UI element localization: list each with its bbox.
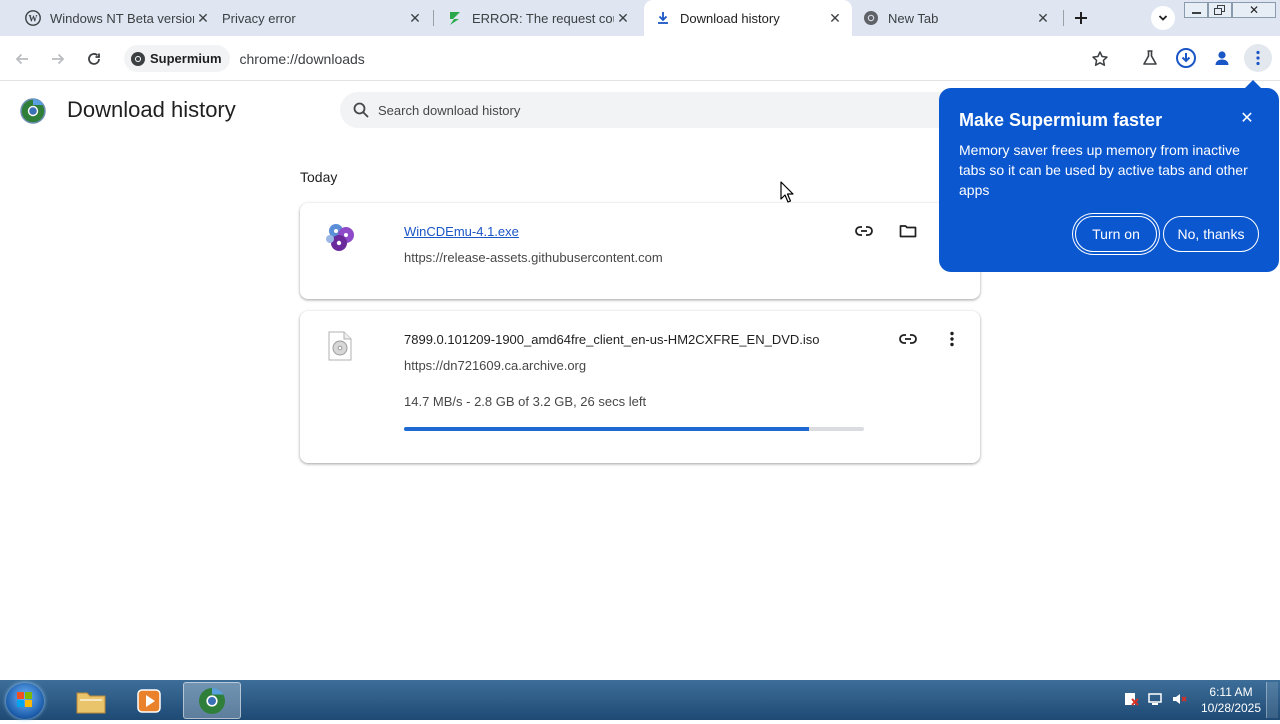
close-icon[interactable]: ✕	[1237, 108, 1257, 128]
download-progress-bar	[404, 427, 864, 431]
chip-label: Supermium	[150, 51, 222, 66]
download-circle-icon	[1176, 48, 1196, 68]
clock-time: 6:11 AM	[1209, 685, 1253, 699]
zap-icon	[446, 9, 464, 27]
window-close-button[interactable]: ✕	[1232, 2, 1276, 18]
tab-title: Download history	[680, 10, 780, 26]
tab-privacy-error[interactable]: Privacy error ✕	[220, 0, 432, 36]
system-clock[interactable]: 6:11 AM 10/28/2025	[1196, 684, 1266, 716]
download-icon	[654, 9, 672, 27]
tab-title: Privacy error	[222, 10, 296, 26]
site-info-chip[interactable]: Supermium	[124, 45, 230, 72]
forward-button[interactable]	[45, 46, 71, 72]
profile-icon	[1215, 51, 1229, 65]
network-icon[interactable]	[1146, 690, 1164, 708]
close-tab-icon[interactable]: ✕	[1034, 9, 1052, 27]
svg-text:W: W	[29, 14, 38, 24]
downloads-button[interactable]	[1174, 46, 1198, 70]
download-item: 7899.0.101209-1900_amd64fre_client_en-us…	[300, 311, 980, 463]
page-title: Download history	[67, 97, 236, 122]
folder-icon	[76, 692, 106, 713]
no-thanks-button[interactable]: No, thanks	[1163, 216, 1259, 252]
disc-file-icon	[328, 331, 352, 361]
wincdemu-icon	[324, 221, 356, 253]
search-placeholder: Search download history	[378, 102, 521, 118]
bubble-title: Make Supermium faster	[959, 110, 1163, 130]
turn-on-button[interactable]: Turn on	[1075, 216, 1157, 252]
volume-muted-icon[interactable]	[1170, 690, 1188, 708]
back-button[interactable]	[9, 46, 35, 72]
show-desktop-button[interactable]	[1266, 682, 1278, 718]
download-source-url: https://dn721609.ca.archive.org	[404, 358, 587, 373]
more-vert-icon	[950, 331, 954, 347]
tab-download-history[interactable]: Download history ✕	[644, 0, 852, 36]
copy-link-button[interactable]	[852, 219, 876, 243]
profile-button[interactable]	[1210, 46, 1234, 70]
more-actions-button[interactable]	[940, 327, 964, 351]
url-text[interactable]: chrome://downloads	[240, 51, 365, 67]
day-label: Today	[300, 169, 338, 185]
download-file-name: 7899.0.101209-1900_amd64fre_client_en-us…	[404, 332, 820, 347]
tab-title: Windows NT Beta version	[50, 10, 194, 26]
chevron-down-icon	[1158, 15, 1168, 21]
new-tab-button[interactable]	[1070, 7, 1092, 29]
chromium-icon	[862, 9, 880, 27]
supermium-logo	[20, 98, 46, 124]
tab-search-button[interactable]	[1151, 6, 1175, 30]
tab-windows-nt[interactable]: W Windows NT Beta version ✕	[14, 0, 220, 36]
tab-separator	[433, 10, 434, 26]
link-icon	[899, 334, 917, 344]
tab-title: ERROR: The request could	[472, 10, 614, 26]
restore-button[interactable]	[1208, 2, 1232, 18]
address-bar[interactable]: Supermium chrome://downloads	[120, 42, 1120, 75]
reload-button[interactable]	[81, 46, 107, 72]
labs-button[interactable]	[1138, 46, 1162, 70]
search-downloads-field[interactable]: Search download history	[340, 92, 980, 128]
wordpress-icon: W	[24, 9, 42, 27]
clock-date: 10/28/2025	[1200, 701, 1262, 715]
bubble-body: Memory saver frees up memory from inacti…	[959, 142, 1248, 198]
taskbar-media-player[interactable]	[120, 682, 178, 719]
arrow-right-icon	[52, 53, 65, 65]
close-tab-icon[interactable]: ✕	[194, 9, 212, 27]
close-tab-icon[interactable]: ✕	[826, 9, 844, 27]
download-progress-text: 14.7 MB/s - 2.8 GB of 3.2 GB, 26 secs le…	[404, 394, 647, 409]
arrow-left-icon	[15, 53, 28, 65]
windows-logo-icon	[17, 692, 32, 707]
taskbar-supermium[interactable]	[183, 682, 241, 719]
supermium-icon	[199, 687, 225, 714]
media-player-icon	[137, 688, 161, 713]
tab-strip: W Windows NT Beta version ✕ Privacy erro…	[0, 0, 1280, 36]
plus-icon	[1075, 12, 1087, 24]
bookmark-button[interactable]	[1087, 46, 1113, 72]
download-progress-fill	[404, 427, 809, 431]
tab-title: New Tab	[888, 10, 939, 26]
action-center-icon[interactable]	[1122, 690, 1140, 708]
taskbar-explorer[interactable]	[62, 682, 120, 719]
more-vert-icon	[1256, 50, 1260, 66]
close-tab-icon[interactable]: ✕	[614, 9, 632, 27]
memory-saver-bubble: Make Supermium faster ✕ Memory saver fre…	[939, 80, 1279, 272]
reload-icon	[88, 53, 100, 65]
show-in-folder-button[interactable]	[896, 219, 920, 243]
star-icon	[1092, 51, 1108, 66]
flask-icon	[1143, 50, 1157, 65]
close-tab-icon[interactable]: ✕	[406, 9, 424, 27]
link-icon	[855, 226, 873, 236]
search-icon	[353, 102, 369, 118]
copy-link-button[interactable]	[896, 327, 920, 351]
supermium-icon	[131, 51, 145, 66]
tab-new-tab[interactable]: New Tab ✕	[852, 0, 1060, 36]
toolbar: Supermium chrome://downloads	[0, 36, 1280, 81]
download-file-link[interactable]: WinCDEmu-4.1.exe	[404, 224, 519, 239]
tab-error-request[interactable]: ERROR: The request could ✕	[436, 0, 640, 36]
menu-button[interactable]	[1244, 44, 1272, 72]
folder-icon	[899, 225, 917, 238]
mouse-cursor-icon	[780, 181, 794, 203]
start-button[interactable]	[6, 683, 44, 719]
tab-separator	[1063, 10, 1064, 26]
download-item: WinCDEmu-4.1.exe https://release-assets.…	[300, 203, 980, 299]
download-source-url: https://release-assets.githubusercontent…	[404, 250, 663, 265]
minimize-button[interactable]	[1184, 2, 1208, 18]
